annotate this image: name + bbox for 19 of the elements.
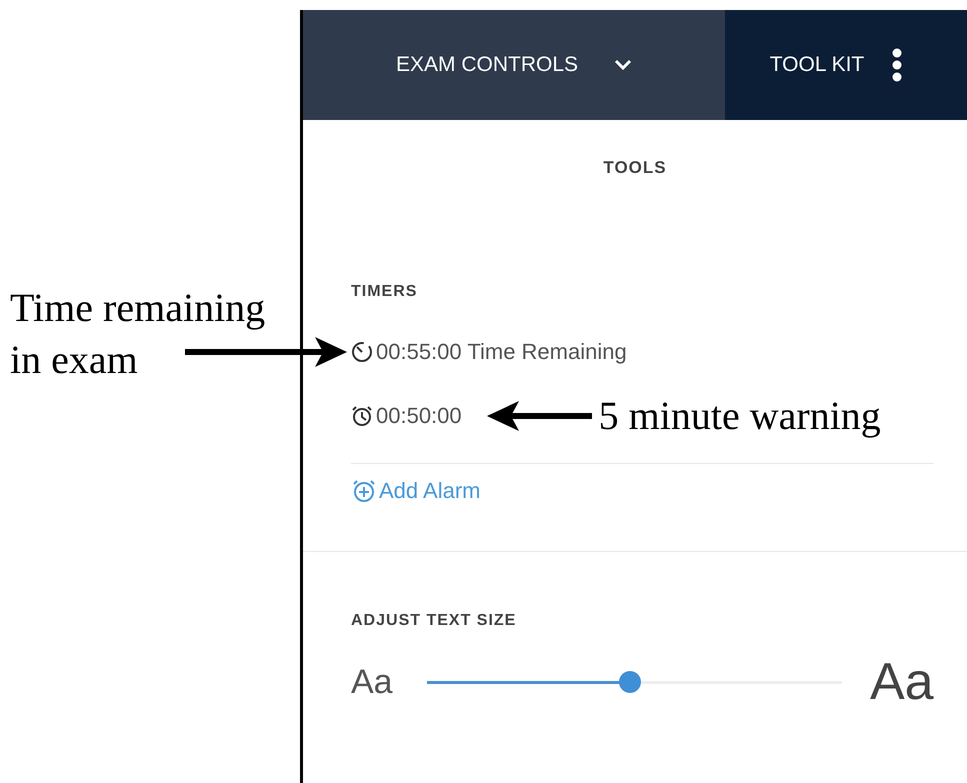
slider-thumb[interactable] (619, 671, 642, 693)
section-heading: TIMERS (351, 283, 418, 301)
alarm-clock-icon (351, 405, 373, 427)
timer-icon (351, 341, 373, 363)
annotation-text: in exam (10, 336, 138, 384)
timer-text: 00:50:00 (376, 403, 462, 429)
small-text-label: Aa (351, 662, 394, 702)
annotation-text: Time remaining (10, 284, 266, 332)
text-size-slider[interactable] (427, 671, 842, 693)
chevron-down-icon (614, 59, 632, 71)
section-heading: ADJUST TEXT SIZE (351, 612, 518, 630)
section-title: TOOLS (602, 158, 668, 178)
more-vertical-icon (892, 48, 902, 82)
large-text-label: Aa (870, 652, 934, 712)
annotation-text: 5 minute warning (598, 392, 881, 440)
dropdown-tab[interactable]: EXAM CONTROLS (303, 10, 725, 120)
timer-text: 00:55:00 Time Remaining (376, 339, 627, 365)
add-alarm-icon (351, 478, 377, 504)
menu-tab[interactable]: TOOL KIT (725, 10, 967, 120)
